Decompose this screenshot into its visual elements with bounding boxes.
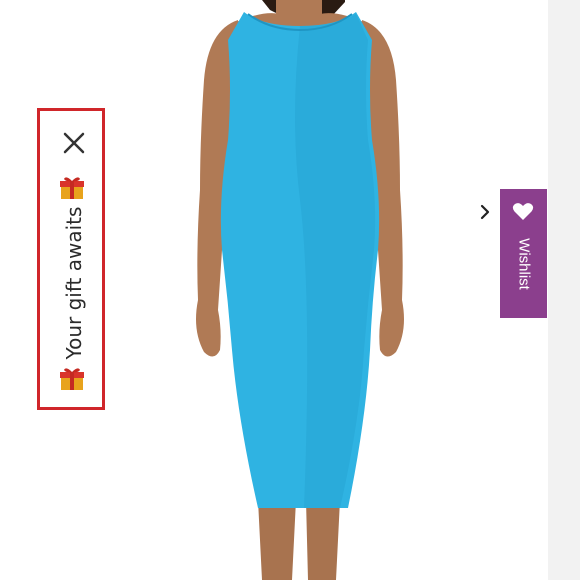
- product-gallery: Your gift awaits Wishlist: [0, 0, 580, 580]
- dress-shading: [295, 14, 376, 508]
- gift-box-icon: [60, 368, 84, 390]
- close-icon[interactable]: [62, 131, 86, 155]
- model-legs: [258, 500, 340, 580]
- gift-box-icon: [60, 177, 84, 199]
- wishlist-label: Wishlist: [515, 238, 533, 290]
- gift-widget[interactable]: Your gift awaits: [37, 108, 105, 410]
- heart-icon: [512, 203, 534, 220]
- chevron-right-icon[interactable]: [477, 202, 493, 222]
- gift-widget-label[interactable]: Your gift awaits: [62, 207, 86, 360]
- wishlist-tab[interactable]: Wishlist: [500, 189, 547, 318]
